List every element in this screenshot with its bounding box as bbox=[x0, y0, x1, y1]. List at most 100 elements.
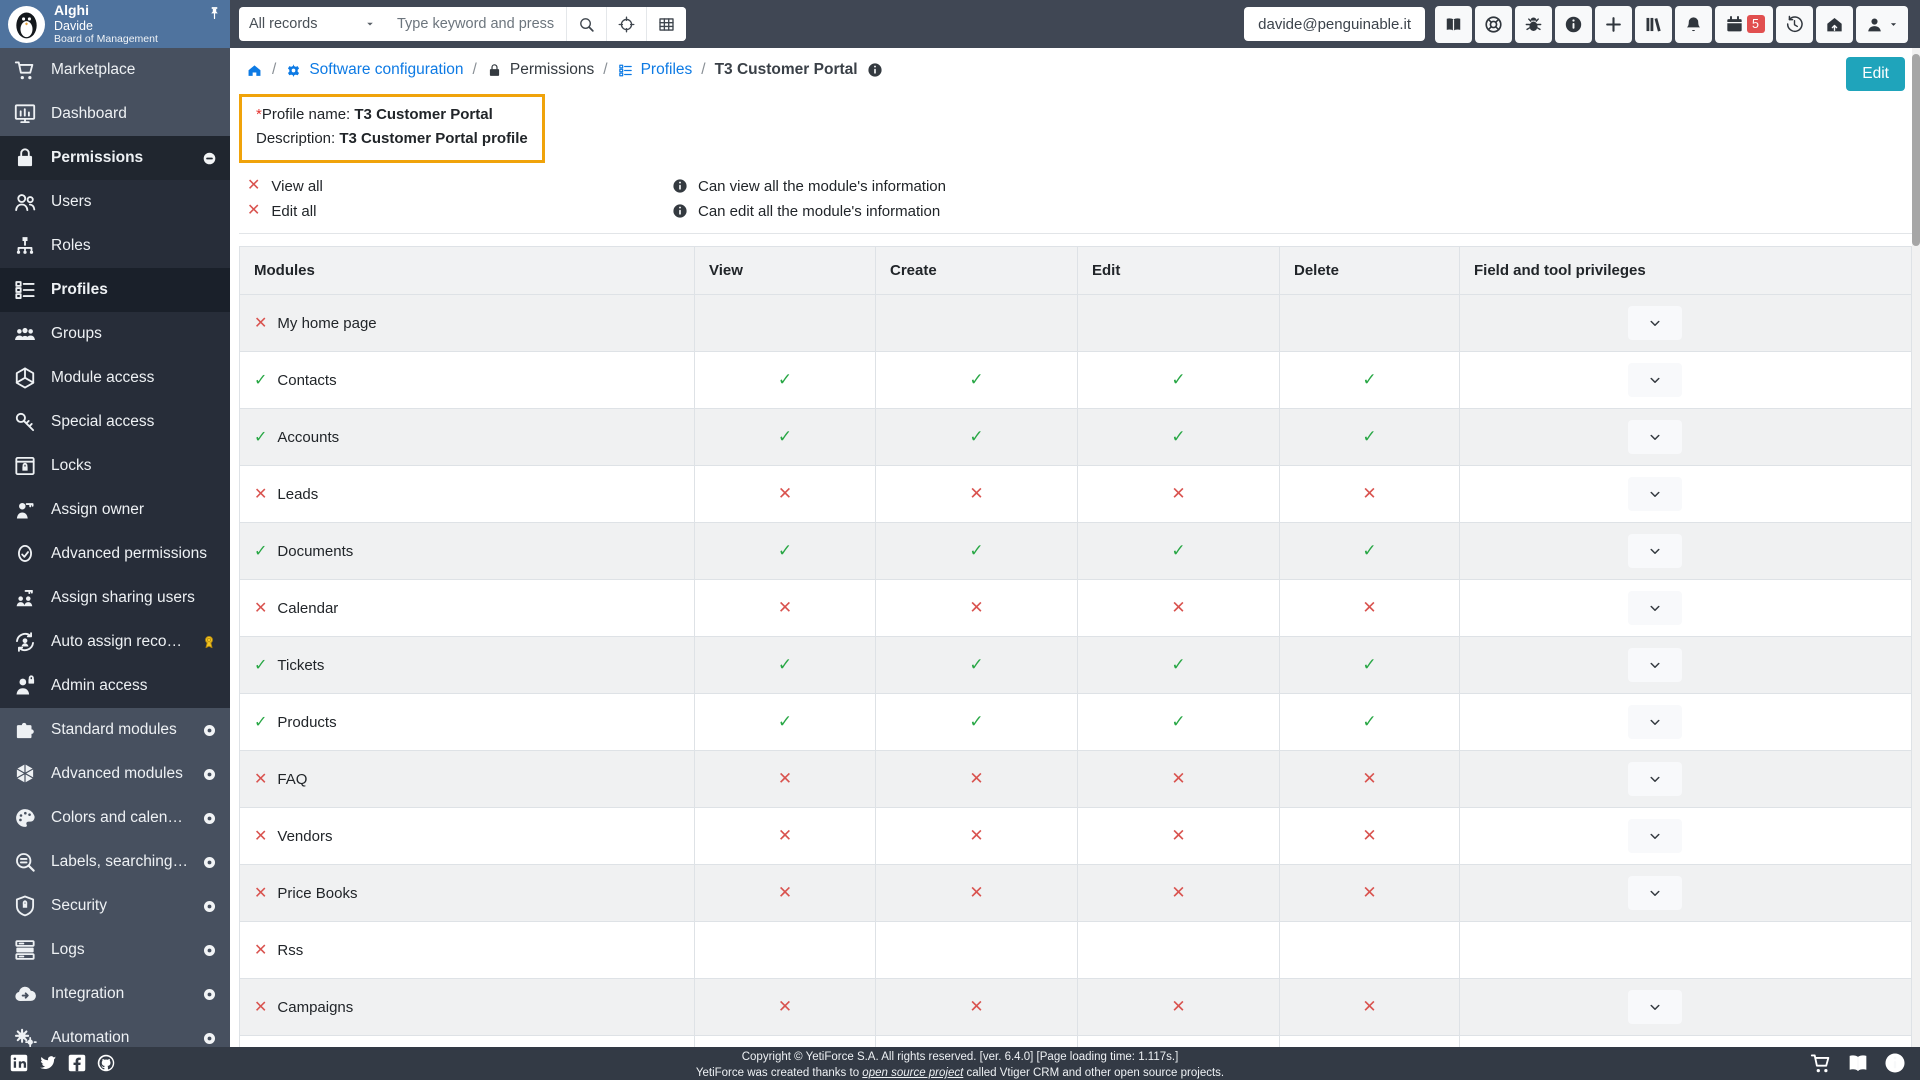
user-menu-button[interactable] bbox=[1856, 6, 1908, 43]
twitter-icon[interactable] bbox=[37, 1052, 59, 1074]
expand-privileges-button[interactable] bbox=[1628, 762, 1682, 796]
sidebar-item-security[interactable]: Security bbox=[0, 884, 230, 928]
crosshair-icon bbox=[617, 15, 636, 34]
sidebar-item-label: Permissions bbox=[51, 149, 143, 167]
module-row-accounts: ✓Accounts✓✓✓✓ bbox=[240, 409, 1912, 466]
footer-book-icon[interactable] bbox=[1845, 1050, 1871, 1076]
sidebar-item-module-access[interactable]: Module access bbox=[0, 356, 230, 400]
dot-circle-icon[interactable] bbox=[201, 810, 218, 827]
view-all-row: ✕ View all Can view all the module's inf… bbox=[247, 177, 1904, 195]
delete-granted-icon: ✓ bbox=[1362, 370, 1376, 389]
account-name: Alghi bbox=[54, 2, 158, 19]
calendar-button[interactable]: 5 bbox=[1715, 6, 1773, 43]
sidebar-item-locks[interactable]: Locks bbox=[0, 444, 230, 488]
history-icon bbox=[1784, 14, 1805, 35]
dot-circle-icon[interactable] bbox=[201, 898, 218, 915]
sidebar-item-label: Dashboard bbox=[51, 105, 127, 123]
module-name: Price Books bbox=[277, 885, 357, 902]
view-denied-icon: ✕ bbox=[778, 883, 792, 902]
dot-circle-icon[interactable] bbox=[201, 854, 218, 871]
key-icon bbox=[12, 409, 38, 435]
advanced-permissions-icon bbox=[12, 541, 38, 567]
linkedin-icon[interactable] bbox=[8, 1052, 30, 1074]
profile-name-value: T3 Customer Portal bbox=[354, 106, 492, 123]
sidebar-item-profiles[interactable]: Profiles bbox=[0, 268, 230, 312]
expand-privileges-button[interactable] bbox=[1628, 990, 1682, 1024]
sidebar-item-groups[interactable]: Groups bbox=[0, 312, 230, 356]
library-button[interactable] bbox=[1635, 6, 1672, 43]
breadcrumb-profiles[interactable]: Profiles bbox=[617, 61, 693, 79]
expand-privileges-button[interactable] bbox=[1628, 648, 1682, 682]
quick-create-button[interactable] bbox=[1595, 6, 1632, 43]
knowledge-base-button[interactable] bbox=[1435, 6, 1472, 43]
footer-cart-icon[interactable] bbox=[1808, 1050, 1834, 1076]
sidebar-item-label: Automation bbox=[51, 1029, 129, 1047]
search-button[interactable] bbox=[566, 7, 606, 41]
dot-circle-icon[interactable] bbox=[201, 1030, 218, 1047]
sidebar-item-label: Admin access bbox=[51, 677, 147, 695]
sidebar-item-auto-assign-records[interactable]: Auto assign records bbox=[0, 620, 230, 664]
sidebar-item-assign-owner[interactable]: Assign owner bbox=[0, 488, 230, 532]
module-status-icon: ✕ bbox=[254, 999, 267, 1016]
dot-circle-icon[interactable] bbox=[201, 766, 218, 783]
expand-privileges-button[interactable] bbox=[1628, 420, 1682, 454]
dot-circle-icon[interactable] bbox=[201, 986, 218, 1003]
expand-privileges-button[interactable] bbox=[1628, 705, 1682, 739]
grid-view-button[interactable] bbox=[646, 7, 686, 41]
calendar-icon bbox=[1724, 14, 1745, 35]
create-denied-icon: ✕ bbox=[969, 997, 983, 1016]
breadcrumb-software-configuration[interactable]: Software configuration bbox=[285, 61, 463, 79]
github-icon[interactable] bbox=[95, 1052, 117, 1074]
bug-report-button[interactable] bbox=[1515, 6, 1552, 43]
sidebar-item-integration[interactable]: Integration bbox=[0, 972, 230, 1016]
scrollbar-thumb[interactable] bbox=[1912, 54, 1920, 246]
user-email-button[interactable]: davide@penguinable.it bbox=[1244, 7, 1425, 41]
portal-button[interactable] bbox=[1816, 6, 1853, 43]
sidebar-item-standard-modules[interactable]: Standard modules bbox=[0, 708, 230, 752]
sidebar-menu: Marketplace Dashboard Permissions UsersRole… bbox=[0, 48, 230, 1060]
sidebar-item-permissions[interactable]: Permissions bbox=[0, 136, 230, 180]
about-button[interactable] bbox=[1555, 6, 1592, 43]
sidebar-item-marketplace[interactable]: Marketplace bbox=[0, 48, 230, 92]
sidebar-item-logs[interactable]: Logs bbox=[0, 928, 230, 972]
expand-privileges-button[interactable] bbox=[1628, 819, 1682, 853]
notifications-button[interactable] bbox=[1675, 6, 1712, 43]
module-row-rss: ✕Rss bbox=[240, 922, 1912, 979]
sidebar-item-advanced-permissions[interactable]: Advanced permissions bbox=[0, 532, 230, 576]
expand-privileges-button[interactable] bbox=[1628, 534, 1682, 568]
sidebar-item-advanced-modules[interactable]: Advanced modules bbox=[0, 752, 230, 796]
search-scope-select[interactable]: All records bbox=[239, 7, 387, 41]
sidebar-item-labels-searching-a[interactable]: Labels, searching a… bbox=[0, 840, 230, 884]
sidebar-item-roles[interactable]: Roles bbox=[0, 224, 230, 268]
advanced-search-button[interactable] bbox=[606, 7, 646, 41]
support-button[interactable] bbox=[1475, 6, 1512, 43]
expand-privileges-button[interactable] bbox=[1628, 876, 1682, 910]
sidebar-item-special-access[interactable]: Special access bbox=[0, 400, 230, 444]
expand-privileges-button[interactable] bbox=[1628, 306, 1682, 340]
sidebar-item-admin-access[interactable]: Admin access bbox=[0, 664, 230, 708]
facebook-icon[interactable] bbox=[66, 1052, 88, 1074]
info-icon[interactable] bbox=[866, 61, 884, 79]
minus-circle-icon[interactable] bbox=[201, 150, 218, 167]
sidebar-item-users[interactable]: Users bbox=[0, 180, 230, 224]
expand-privileges-button[interactable] bbox=[1628, 477, 1682, 511]
sidebar-user-panel[interactable]: Alghi Davide Board of Management bbox=[0, 0, 230, 48]
search-input[interactable] bbox=[387, 7, 566, 41]
sidebar-item-colors-and-calendar[interactable]: Colors and calendar bbox=[0, 796, 230, 840]
quick-create-icon bbox=[1603, 14, 1624, 35]
sidebar-item-dashboard[interactable]: Dashboard bbox=[0, 92, 230, 136]
expand-privileges-button[interactable] bbox=[1628, 363, 1682, 397]
dot-circle-icon[interactable] bbox=[201, 942, 218, 959]
expand-privileges-button[interactable] bbox=[1628, 591, 1682, 625]
info-icon[interactable] bbox=[671, 177, 689, 195]
footer-info-icon[interactable] bbox=[1882, 1050, 1908, 1076]
pin-sidebar-icon[interactable] bbox=[206, 5, 223, 22]
sidebar-item-assign-sharing-users[interactable]: Assign sharing users bbox=[0, 576, 230, 620]
edit-button[interactable]: Edit bbox=[1846, 57, 1905, 91]
history-button[interactable] bbox=[1776, 6, 1813, 43]
open-source-link[interactable]: open source project bbox=[862, 1067, 963, 1079]
dot-circle-icon[interactable] bbox=[201, 722, 218, 739]
assign-owner-icon bbox=[12, 497, 38, 523]
info-icon[interactable] bbox=[671, 202, 689, 220]
breadcrumb-home[interactable] bbox=[246, 62, 263, 79]
